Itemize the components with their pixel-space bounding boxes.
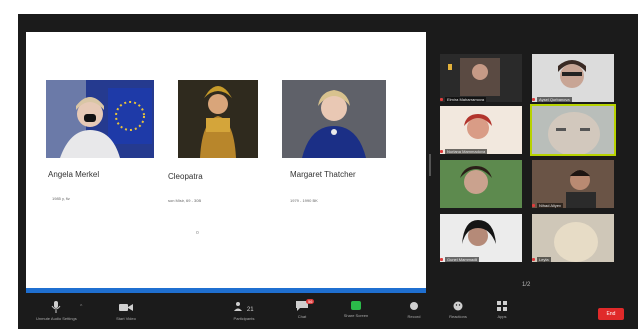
slide-marker: o xyxy=(196,230,199,236)
card-note: 1979 - 1990 BK xyxy=(290,198,318,203)
meeting-window: Angela Merkel 1985 y, fiz Cleopatra son … xyxy=(18,14,638,329)
participant-tile-7[interactable]: Gunel Mammadli xyxy=(440,214,522,262)
chat-unread-badge: 56 xyxy=(306,299,315,304)
mic-icon xyxy=(36,301,76,316)
audio-options-chevron-icon[interactable]: ^ xyxy=(80,304,82,310)
participant-name: Elmira Maharramova xyxy=(445,97,487,102)
reactions-icon xyxy=(438,301,478,314)
start-video-button[interactable]: Start Video xyxy=(106,301,146,321)
participant-tile-5[interactable] xyxy=(440,160,522,208)
participant-count: 21 xyxy=(246,307,254,313)
participant-name: Leyla xyxy=(537,257,551,262)
gallery-page-indicator[interactable]: 1/2 xyxy=(522,282,530,288)
toolbar-label: Participants xyxy=(233,316,255,321)
participant-video xyxy=(440,54,522,102)
participant-tile-4-active-speaker[interactable] xyxy=(530,104,616,156)
record-button[interactable]: Record xyxy=(394,301,434,319)
participant-tile-6[interactable]: Nihad Aliyev xyxy=(532,160,614,208)
toolbar-label: Chat xyxy=(297,314,307,319)
muted-icon xyxy=(440,150,443,153)
participant-tile-2[interactable]: Aysel Qurbanova xyxy=(532,54,614,102)
participant-tile-3[interactable]: Nurlana Mammadova xyxy=(440,106,522,154)
participant-video xyxy=(532,160,614,208)
toolbar-label: Share Screen xyxy=(343,313,369,318)
muted-icon xyxy=(532,98,535,101)
participant-tile-1[interactable]: Elmira Maharramova xyxy=(440,54,522,102)
participant-video xyxy=(440,214,522,262)
muted-icon xyxy=(532,258,535,261)
apps-button[interactable]: Apps xyxy=(482,301,522,319)
mute-button[interactable]: Unmute Audio Settings xyxy=(36,301,77,321)
split-view-handle[interactable] xyxy=(429,154,431,176)
card-name: Angela Merkel xyxy=(48,170,100,179)
toolbar-label: Start Video xyxy=(116,316,136,321)
participants-button[interactable]: 21 Participants xyxy=(224,301,264,321)
participant-video xyxy=(532,214,614,262)
muted-icon xyxy=(440,98,443,101)
portrait-image-1 xyxy=(46,80,154,158)
toolbar-label: Reactions xyxy=(449,314,467,319)
participant-video xyxy=(532,106,614,154)
participants-icon: 21 xyxy=(224,301,264,316)
portrait-image-2 xyxy=(178,80,258,158)
video-camera-icon xyxy=(106,301,146,316)
apps-icon xyxy=(482,301,522,314)
end-meeting-button[interactable]: End xyxy=(598,308,624,320)
reactions-button[interactable]: Reactions xyxy=(438,301,478,319)
share-screen-icon xyxy=(336,301,376,313)
participant-video xyxy=(440,106,522,154)
meeting-toolbar: Unmute Audio Settings ^ Start Video 21 P… xyxy=(18,297,638,329)
toolbar-label: Unmute Audio Settings xyxy=(36,316,77,321)
card-name: Margaret Thatcher xyxy=(290,170,356,179)
participant-name: Nihad Aliyev xyxy=(537,203,564,208)
participant-video xyxy=(532,54,614,102)
share-screen-button[interactable]: Share Screen xyxy=(336,301,376,318)
muted-icon xyxy=(440,258,443,261)
chat-button[interactable]: 56 Chat xyxy=(282,299,322,319)
card-note: son Misir, 69 - 30B xyxy=(168,198,202,203)
toolbar-label: Apps xyxy=(497,314,507,319)
muted-icon xyxy=(532,204,535,207)
chat-icon xyxy=(282,301,322,314)
portrait-image-3 xyxy=(282,80,386,158)
shared-screen: Angela Merkel 1985 y, fiz Cleopatra son … xyxy=(26,32,426,293)
card-note: 1985 y, fiz xyxy=(52,196,70,201)
toolbar-label: Record xyxy=(407,314,421,319)
card-name: Cleopatra xyxy=(168,172,203,181)
participant-name: Gunel Mammadli xyxy=(445,257,480,262)
participant-video xyxy=(440,160,522,208)
record-icon xyxy=(394,301,434,314)
participant-tile-8[interactable]: Leyla xyxy=(532,214,614,262)
participant-name: Aysel Qurbanova xyxy=(537,97,572,102)
participant-name: Nurlana Mammadova xyxy=(445,149,488,154)
